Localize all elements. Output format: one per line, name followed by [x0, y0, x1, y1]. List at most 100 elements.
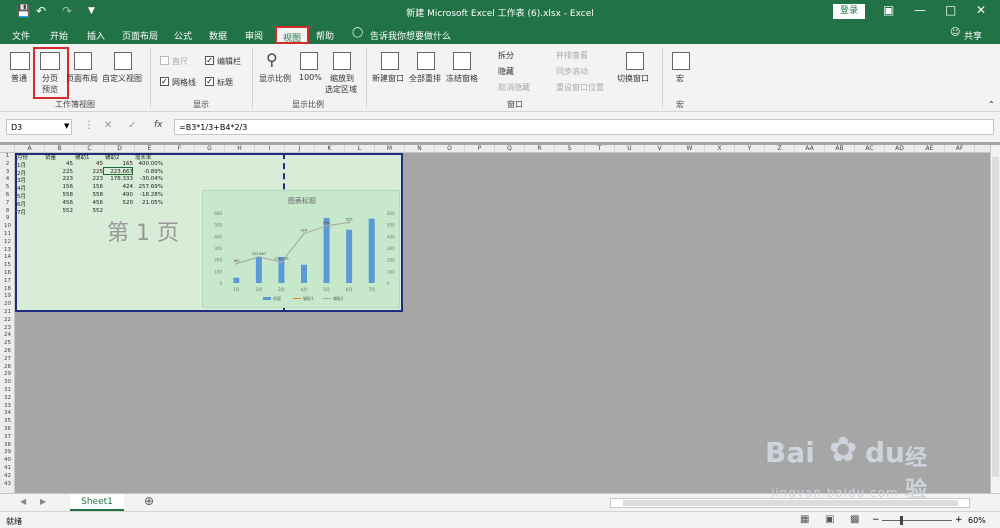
- table-cell[interactable]: 6月: [17, 200, 45, 208]
- row-header[interactable]: 41: [0, 465, 15, 473]
- table-cell[interactable]: 552: [45, 208, 74, 214]
- zoom-button[interactable]: 显示比例: [259, 73, 291, 84]
- minimize-icon[interactable]: —: [914, 3, 926, 17]
- vertical-scrollbar[interactable]: [990, 145, 1000, 493]
- sync-scroll-button[interactable]: 同步滚动: [556, 66, 588, 77]
- normal-view-button[interactable]: 普通: [11, 73, 27, 84]
- hide-button[interactable]: 隐藏: [498, 66, 514, 77]
- row-header[interactable]: 3: [0, 169, 15, 177]
- column-header[interactable]: L: [345, 145, 375, 153]
- formula-input[interactable]: =B3*1/3+B4*2/3: [174, 119, 994, 135]
- formula-bar-checkbox[interactable]: ✓: [205, 56, 214, 65]
- column-header[interactable]: C: [75, 145, 105, 153]
- close-icon[interactable]: ✕: [976, 3, 986, 17]
- table-cell[interactable]: 257.69%: [135, 184, 163, 190]
- column-header[interactable]: B: [45, 145, 75, 153]
- table-cell[interactable]: 225: [45, 169, 74, 175]
- column-header[interactable]: AE: [915, 145, 945, 153]
- enter-icon[interactable]: ✓: [128, 120, 136, 131]
- zoom-selection-label-2[interactable]: 选定区域: [325, 84, 357, 95]
- column-header[interactable]: Z: [765, 145, 795, 153]
- cancel-icon[interactable]: ✕: [104, 120, 112, 131]
- table-cell[interactable]: 7月: [17, 208, 45, 216]
- row-header[interactable]: 38: [0, 442, 15, 450]
- column-header[interactable]: I: [255, 145, 285, 153]
- custom-view-button[interactable]: 自定义视图: [102, 73, 142, 84]
- row-header[interactable]: 20: [0, 301, 15, 309]
- row-header[interactable]: 16: [0, 270, 15, 278]
- column-header[interactable]: A: [15, 145, 45, 153]
- gridlines-checkbox[interactable]: ✓: [160, 77, 169, 86]
- share-button[interactable]: 共享: [964, 29, 982, 42]
- column-header[interactable]: O: [435, 145, 465, 153]
- unhide-button[interactable]: 取消隐藏: [498, 82, 530, 93]
- arrange-all-button[interactable]: 全部重排: [409, 73, 441, 84]
- row-header[interactable]: 28: [0, 364, 15, 372]
- row-header[interactable]: 7: [0, 200, 15, 208]
- tab-view[interactable]: 视图: [275, 26, 310, 44]
- table-cell[interactable]: 223: [75, 176, 104, 182]
- row-header[interactable]: 8: [0, 208, 15, 216]
- row-header[interactable]: 1: [0, 153, 15, 161]
- name-box[interactable]: D3: [6, 119, 72, 135]
- zoom-slider-thumb[interactable]: [900, 516, 903, 525]
- tell-me-input[interactable]: 告诉我你想要做什么: [370, 29, 451, 42]
- table-cell[interactable]: 223: [45, 176, 74, 182]
- column-header[interactable]: P: [465, 145, 495, 153]
- chart[interactable]: 图表标题 0 0 100 100 200 200 300 300 400 400 500 500 600 6…: [202, 190, 400, 308]
- add-sheet-icon[interactable]: ⊕: [144, 494, 154, 508]
- table-cell[interactable]: 2月: [17, 169, 45, 177]
- row-header[interactable]: 34: [0, 410, 15, 418]
- row-header[interactable]: 30: [0, 379, 15, 387]
- table-cell[interactable]: 销量: [45, 153, 73, 161]
- login-button[interactable]: 登录: [833, 4, 865, 19]
- table-cell[interactable]: 558: [45, 192, 74, 198]
- tab-formulas[interactable]: 公式: [174, 29, 192, 42]
- column-header[interactable]: Q: [495, 145, 525, 153]
- row-header[interactable]: 31: [0, 387, 15, 395]
- prev-sheet-icon[interactable]: ◀: [20, 497, 26, 506]
- table-cell[interactable]: 45: [45, 161, 73, 167]
- column-header[interactable]: V: [645, 145, 675, 153]
- column-header[interactable]: AD: [885, 145, 915, 153]
- row-header[interactable]: 10: [0, 223, 15, 231]
- switch-window-button[interactable]: 切换窗口: [617, 73, 649, 84]
- view-side-by-side-button[interactable]: 并排查看: [556, 50, 588, 61]
- tab-page-layout[interactable]: 页面布局: [122, 29, 158, 42]
- column-header[interactable]: AF: [945, 145, 975, 153]
- table-cell[interactable]: 3月: [17, 176, 45, 184]
- split-button[interactable]: 拆分: [498, 50, 514, 61]
- row-header[interactable]: 26: [0, 348, 15, 356]
- table-cell[interactable]: 5月: [17, 192, 45, 200]
- column-header[interactable]: G: [195, 145, 225, 153]
- column-header[interactable]: AC: [855, 145, 885, 153]
- column-header[interactable]: D: [105, 145, 135, 153]
- column-header[interactable]: N: [405, 145, 435, 153]
- table-cell[interactable]: 156: [75, 184, 104, 190]
- table-cell[interactable]: 558: [75, 192, 104, 198]
- row-header[interactable]: 33: [0, 403, 15, 411]
- table-cell[interactable]: 156: [45, 184, 74, 190]
- column-header[interactable]: T: [585, 145, 615, 153]
- tab-home[interactable]: 开始: [50, 29, 68, 42]
- row-header[interactable]: 18: [0, 286, 15, 294]
- row-header[interactable]: 17: [0, 278, 15, 286]
- table-cell[interactable]: 1月: [17, 161, 45, 169]
- row-header[interactable]: 40: [0, 457, 15, 465]
- table-cell[interactable]: -30.04%: [135, 176, 163, 182]
- row-header[interactable]: 12: [0, 239, 15, 247]
- column-header[interactable]: S: [555, 145, 585, 153]
- column-header[interactable]: J: [285, 145, 315, 153]
- column-header[interactable]: Y: [735, 145, 765, 153]
- page-layout-button[interactable]: 页面布局: [66, 73, 98, 84]
- column-header[interactable]: W: [675, 145, 705, 153]
- column-header[interactable]: U: [615, 145, 645, 153]
- row-header[interactable]: 39: [0, 449, 15, 457]
- table-cell[interactable]: 552: [75, 208, 104, 214]
- row-header[interactable]: 32: [0, 395, 15, 403]
- table-cell[interactable]: 辅助2: [105, 153, 133, 161]
- tab-data[interactable]: 数据: [209, 29, 227, 42]
- sheet-tab-sheet1[interactable]: Sheet1: [70, 494, 124, 511]
- next-sheet-icon[interactable]: ▶: [40, 497, 46, 506]
- zoom-level[interactable]: 60%: [968, 516, 986, 525]
